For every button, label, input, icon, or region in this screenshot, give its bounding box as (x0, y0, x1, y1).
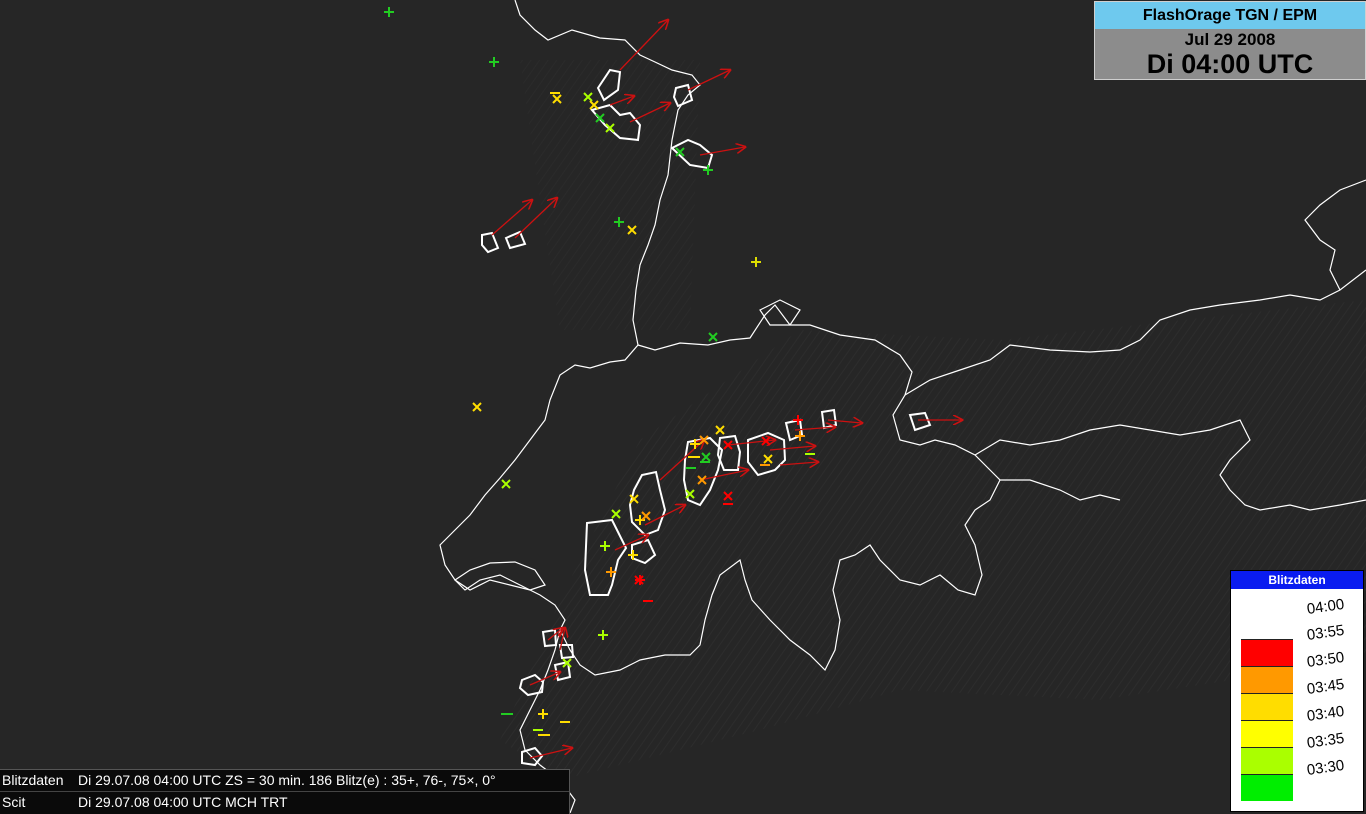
legend-top-label: 04:00 (1305, 595, 1346, 618)
info-key-scit: Scit (2, 794, 26, 810)
lightning-map (0, 0, 1366, 813)
info-value-scit: Di 29.07.08 04:00 UTC MCH TRT (78, 794, 288, 810)
legend-label: 03:35 (1305, 729, 1346, 752)
legend-swatch-0335 (1241, 747, 1293, 774)
time-label: Di 04:00 UTC (1146, 49, 1314, 79)
legend-swatch-0345 (1241, 693, 1293, 720)
legend-label: 03:30 (1305, 756, 1346, 779)
legend-label: 03:40 (1305, 702, 1346, 725)
source-title: FlashOrage TGN / EPM (1095, 2, 1365, 29)
info-value-blitzdaten: Di 29.07.08 04:00 UTC ZS = 30 min. 186 B… (78, 772, 496, 788)
title-box: FlashOrage TGN / EPM Jul 29 2008 Di 04:0… (1094, 1, 1366, 80)
legend-swatch-0355 (1241, 639, 1293, 666)
info-bar: Blitzdaten Di 29.07.08 04:00 UTC ZS = 30… (0, 769, 570, 814)
legend-swatch-0340 (1241, 720, 1293, 747)
legend-label: 03:45 (1305, 675, 1346, 698)
legend-title: Blitzdaten (1231, 571, 1363, 589)
legend-label: 03:55 (1305, 621, 1346, 644)
legend-swatch-0330 (1241, 774, 1293, 801)
legend-swatch-0350 (1241, 666, 1293, 693)
legend-label: 03:50 (1305, 648, 1346, 671)
time-legend: Blitzdaten 04:00 03:55 03:50 03:45 03:40… (1230, 570, 1364, 812)
info-key-blitzdaten: Blitzdaten (2, 772, 64, 788)
date-label: Jul 29 2008 (1184, 30, 1276, 49)
